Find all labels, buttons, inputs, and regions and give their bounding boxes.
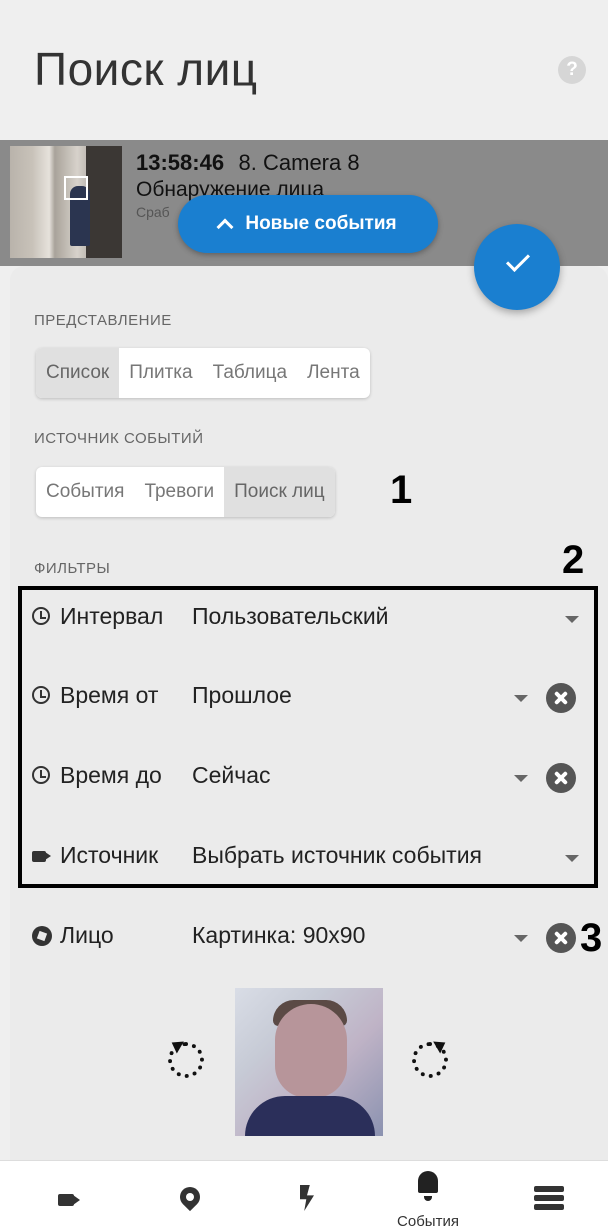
filter-value[interactable]: Прошлое: [192, 682, 292, 709]
event-camera: 8. Camera 8: [238, 150, 360, 175]
view-option-feed[interactable]: Лента: [297, 348, 370, 398]
source-section-label: ИСТОЧНИК СОБЫТИЙ: [34, 430, 204, 447]
new-events-button[interactable]: Новые события: [178, 195, 438, 253]
page-title: Поиск лиц: [34, 43, 258, 95]
event-time: 13:58:46: [136, 150, 225, 175]
chevron-down-icon[interactable]: [514, 935, 528, 942]
view-section-label: ПРЕДСТАВЛЕНИЕ: [34, 312, 172, 329]
filter-time-from[interactable]: Время от Прошлое: [30, 678, 590, 718]
view-option-tile[interactable]: Плитка: [119, 348, 202, 398]
nav-map[interactable]: [150, 1161, 230, 1229]
rotate-left-icon[interactable]: [168, 1036, 204, 1078]
bolt-icon: [300, 1185, 314, 1211]
clear-icon[interactable]: [546, 923, 576, 953]
view-selector: Список Плитка Таблица Лента: [36, 348, 370, 398]
check-icon: [505, 247, 531, 273]
filter-label: Лицо: [60, 922, 114, 948]
filters-section-label: ФИЛЬТРЫ: [34, 560, 111, 577]
filter-value[interactable]: Выбрать источник события: [192, 842, 482, 869]
nav-events[interactable]: События: [388, 1161, 468, 1229]
filter-value[interactable]: Сейчас: [192, 762, 271, 789]
aperture-icon: [32, 926, 52, 946]
clock-icon: [32, 607, 50, 625]
filter-interval[interactable]: Интервал Пользовательский: [30, 599, 590, 639]
bell-icon: [418, 1171, 438, 1201]
chevron-down-icon[interactable]: [514, 775, 528, 782]
filter-face[interactable]: Лицо Картинка: 90x90: [30, 918, 590, 958]
face-image: [235, 988, 383, 1136]
clock-icon: [32, 686, 50, 704]
map-pin-icon: [175, 1182, 205, 1212]
chevron-down-icon[interactable]: [565, 616, 579, 623]
annotation-2: 2: [562, 538, 585, 582]
header: Поиск лиц ?: [0, 0, 608, 140]
clock-icon: [32, 766, 50, 784]
filter-label: Время до: [60, 762, 162, 788]
chevron-down-icon[interactable]: [565, 855, 579, 862]
nav-menu[interactable]: [508, 1161, 588, 1229]
filter-label: Время от: [60, 682, 159, 708]
annotation-1: 1: [390, 468, 413, 512]
event-thumbnail: [10, 146, 122, 258]
view-option-table[interactable]: Таблица: [203, 348, 298, 398]
menu-icon: [534, 1186, 564, 1210]
rotate-right-icon[interactable]: [412, 1036, 449, 1078]
filter-value[interactable]: Картинка: 90x90: [192, 922, 365, 949]
clear-icon[interactable]: [546, 683, 576, 713]
camera-icon: [32, 851, 51, 862]
source-option-face-search[interactable]: Поиск лиц: [224, 467, 335, 517]
annotation-3: 3: [580, 916, 603, 960]
bottom-navigation: События: [0, 1160, 608, 1229]
view-option-list[interactable]: Список: [36, 348, 120, 398]
source-option-events[interactable]: События: [36, 467, 134, 517]
nav-events-label: События: [397, 1213, 459, 1229]
filter-label: Интервал: [60, 603, 164, 629]
source-selector: События Тревоги Поиск лиц: [36, 467, 335, 517]
filter-source[interactable]: Источник Выбрать источник события: [30, 838, 590, 878]
filter-label: Источник: [60, 842, 159, 868]
filter-value[interactable]: Пользовательский: [192, 603, 389, 630]
camera-icon: [58, 1194, 80, 1206]
chevron-up-icon: [216, 218, 234, 236]
source-option-alarms[interactable]: Тревоги: [134, 467, 224, 517]
filter-time-to[interactable]: Время до Сейчас: [30, 758, 590, 798]
nav-cameras[interactable]: [28, 1161, 108, 1229]
new-events-label: Новые события: [245, 213, 397, 234]
apply-filters-button[interactable]: [474, 224, 560, 310]
clear-icon[interactable]: [546, 763, 576, 793]
help-icon[interactable]: ?: [558, 56, 586, 84]
chevron-down-icon[interactable]: [514, 695, 528, 702]
nav-actions[interactable]: [268, 1161, 348, 1229]
